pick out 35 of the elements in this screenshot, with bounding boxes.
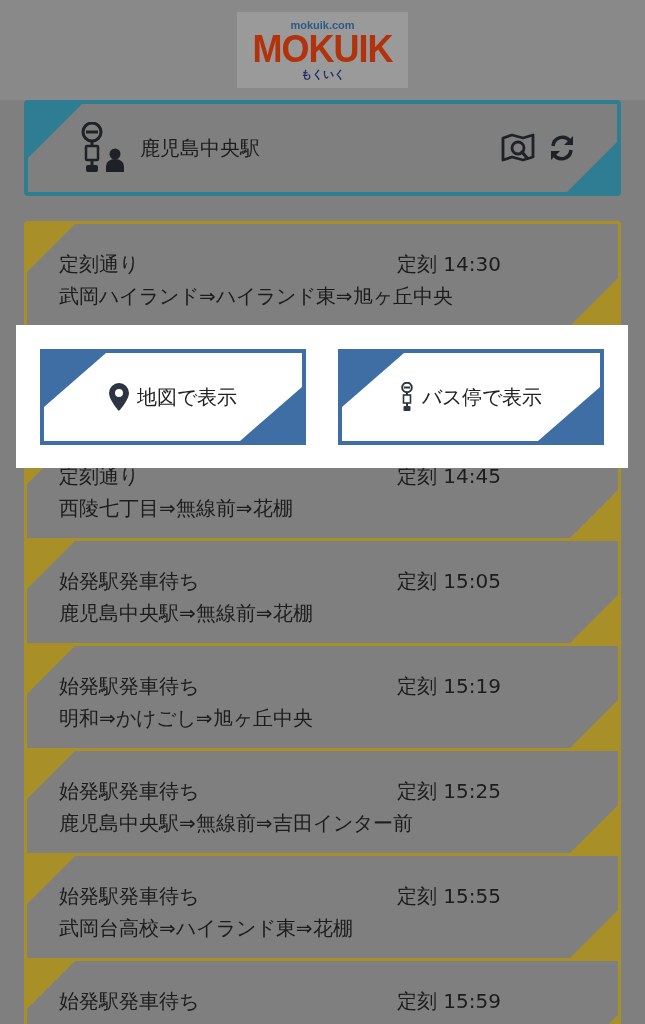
route-text: 武岡台高校⇒ハイランド東⇒花棚: [59, 915, 353, 942]
logo-domain: mokuik.com: [290, 20, 355, 31]
logo-wordmark: MOKUIK: [252, 29, 393, 69]
departure-card[interactable]: 始発駅発車待ち 定刻 15:19 明和⇒かけごし⇒旭ヶ丘中央: [27, 646, 618, 751]
departure-time: 定刻 15:19: [397, 673, 501, 700]
departure-card[interactable]: 始発駅発車待ち 定刻 15:55 武岡台高校⇒ハイランド東⇒花棚: [27, 856, 618, 961]
route-text: 鹿児島中央駅⇒無線前⇒花棚: [59, 600, 313, 627]
departure-status: 始発駅発車待ち: [59, 988, 200, 1015]
departure-time: 定刻 15:05: [397, 568, 501, 595]
map-pin-icon: [109, 383, 129, 411]
show-map-button[interactable]: 地図で表示: [40, 349, 306, 445]
departure-card[interactable]: 始発駅発車待ち 定刻 15:59: [27, 961, 618, 1024]
logo[interactable]: mokuik.com MOKUIK もくいく: [237, 12, 408, 88]
departure-status: 始発駅発車待ち: [59, 883, 200, 910]
bus-stop-icon: [400, 382, 414, 412]
departure-status: 定刻通り: [59, 251, 140, 278]
stop-name: 鹿児島中央駅: [140, 134, 261, 162]
departure-time: 定刻 14:30: [397, 251, 501, 278]
show-bus-stop-button[interactable]: バス停で表示: [338, 349, 604, 445]
route-text: 武岡ハイランド⇒ハイランド東⇒旭ヶ丘中央: [59, 283, 453, 310]
departure-status: 始発駅発車待ち: [59, 673, 200, 700]
departure-time: 定刻 15:59: [397, 988, 501, 1015]
route-text: 鹿児島中央駅⇒無線前⇒吉田インター前: [59, 810, 413, 837]
departure-status: 始発駅発車待ち: [59, 778, 200, 805]
route-text: 西陵七丁目⇒無線前⇒花棚: [59, 495, 293, 522]
departure-time: 定刻 15:55: [397, 883, 501, 910]
departure-time: 定刻 14:45: [397, 463, 501, 490]
route-text: 明和⇒かけごし⇒旭ヶ丘中央: [59, 705, 313, 732]
logo-kana: もくいく: [300, 69, 345, 80]
bus-stop-person-icon: [80, 122, 124, 174]
departure-card[interactable]: 始発駅発車待ち 定刻 15:05 鹿児島中央駅⇒無線前⇒花棚: [27, 541, 618, 646]
departure-status: 始発駅発車待ち: [59, 568, 200, 595]
map-search-icon[interactable]: [501, 133, 535, 163]
departure-card[interactable]: 始発駅発車待ち 定刻 15:25 鹿児島中央駅⇒無線前⇒吉田インター前: [27, 751, 618, 856]
departure-time: 定刻 15:25: [397, 778, 501, 805]
